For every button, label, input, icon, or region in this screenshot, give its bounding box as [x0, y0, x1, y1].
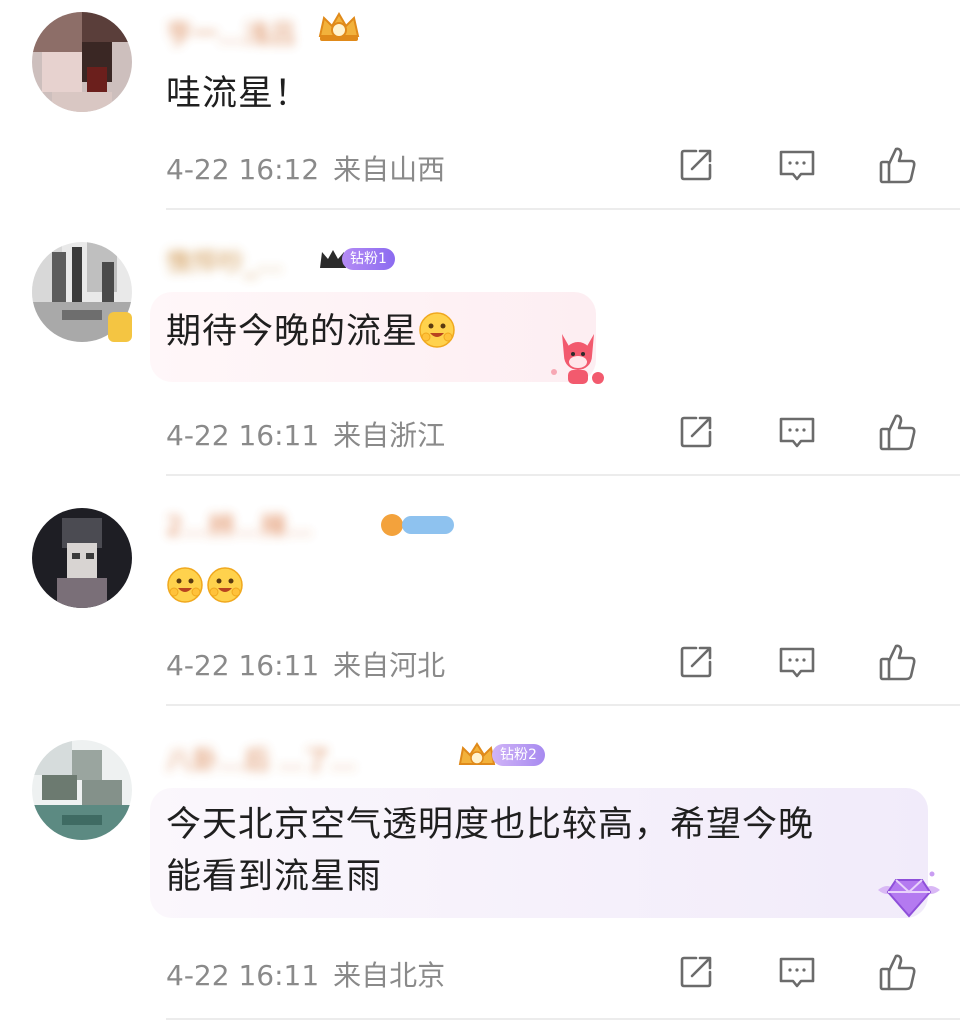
share-icon [680, 646, 712, 678]
divider [166, 1018, 960, 1020]
fox-sticker-icon [546, 326, 610, 394]
share-icon [680, 149, 712, 181]
comment-icon [779, 150, 815, 181]
like-button[interactable] [874, 948, 922, 996]
fan-level-badge: 钻粉1 [342, 248, 395, 270]
reply-button[interactable] [773, 408, 821, 456]
like-button[interactable] [874, 141, 922, 189]
comment-text: 期待今晚的流星 [166, 307, 456, 357]
comment-text [166, 562, 244, 612]
comment-text-line-1: 今天北京空气透明度也比较高，希望今晚 [166, 805, 815, 845]
comment-location: 来自河北 [333, 649, 446, 682]
crown-badge-icon [316, 12, 362, 41]
thumbs-up-icon [879, 414, 916, 451]
username[interactable]: 亨一…浅吕 [166, 18, 296, 52]
comment-meta: 4-22 16:11 来自北京 [166, 954, 445, 994]
fan-level-badge: 钻粉2 [492, 744, 545, 766]
comment-meta: 4-22 16:11 来自浙江 [166, 414, 445, 454]
thumbs-up-icon [879, 147, 916, 184]
avatar[interactable] [32, 12, 132, 112]
comment-text-content: 期待今晚的流星 [166, 312, 419, 352]
thumbs-up-icon [879, 954, 916, 991]
share-button[interactable] [672, 141, 720, 189]
avatar[interactable] [32, 508, 132, 608]
comment-item: 憔悴吵_… 钻粉1 期待今晚的流星 4-22 16:11 来自浙江 [0, 212, 960, 478]
comment-location: 来自北京 [333, 959, 446, 992]
reply-button[interactable] [773, 141, 821, 189]
comment-meta: 4-22 16:12 来自山西 [166, 148, 445, 188]
comment-time: 4-22 16:11 [166, 959, 320, 992]
hug-emoji-icon [207, 567, 243, 603]
diamond-fan-badge: 钻粉1 [318, 246, 395, 272]
share-icon [680, 956, 712, 988]
avatar[interactable] [32, 740, 132, 840]
like-button[interactable] [874, 408, 922, 456]
divider [166, 474, 960, 476]
diamond-sticker-icon [874, 868, 944, 928]
comment-meta: 4-22 16:11 来自河北 [166, 644, 445, 684]
username[interactable]: 憔悴吵_… [166, 246, 283, 280]
comment-time: 4-22 16:12 [166, 153, 320, 186]
comment-icon [779, 957, 815, 988]
reply-button[interactable] [773, 948, 821, 996]
comment-location: 来自浙江 [333, 419, 446, 452]
thumbs-up-icon [879, 644, 916, 681]
share-icon [680, 416, 712, 448]
like-button[interactable] [874, 638, 922, 686]
share-button[interactable] [672, 408, 720, 456]
comment-location: 来自山西 [333, 153, 446, 186]
avatar-badge-icon [108, 312, 132, 342]
username[interactable]: 八卦…后 …了… [166, 744, 356, 778]
comment-text: 哇流星！ [166, 74, 311, 114]
vip-badge [376, 512, 456, 538]
comment-icon [779, 417, 815, 448]
reply-button[interactable] [773, 638, 821, 686]
divider [166, 208, 960, 210]
comment-item: 亨一…浅吕 哇流星！ 4-22 16:12 来自山西 [0, 0, 960, 212]
diamond-fan-badge: 钻粉2 [456, 742, 545, 768]
hug-emoji-icon [167, 567, 203, 603]
comment-text-line-2: 能看到流星雨 [166, 857, 383, 897]
username[interactable]: 2…辨…辣… [166, 510, 313, 544]
comment-time: 4-22 16:11 [166, 649, 320, 682]
share-button[interactable] [672, 948, 720, 996]
comment-time: 4-22 16:11 [166, 419, 320, 452]
comment-icon [779, 647, 815, 678]
comment-item: 八卦…后 …了… 钻粉2 今天北京空气透明度也比较高，希望今晚 能看到流星雨 4… [0, 706, 960, 1022]
hug-emoji-icon [419, 312, 455, 348]
share-button[interactable] [672, 638, 720, 686]
comment-item: 2…辨…辣… 4-22 16:11 来自河北 [0, 478, 960, 706]
